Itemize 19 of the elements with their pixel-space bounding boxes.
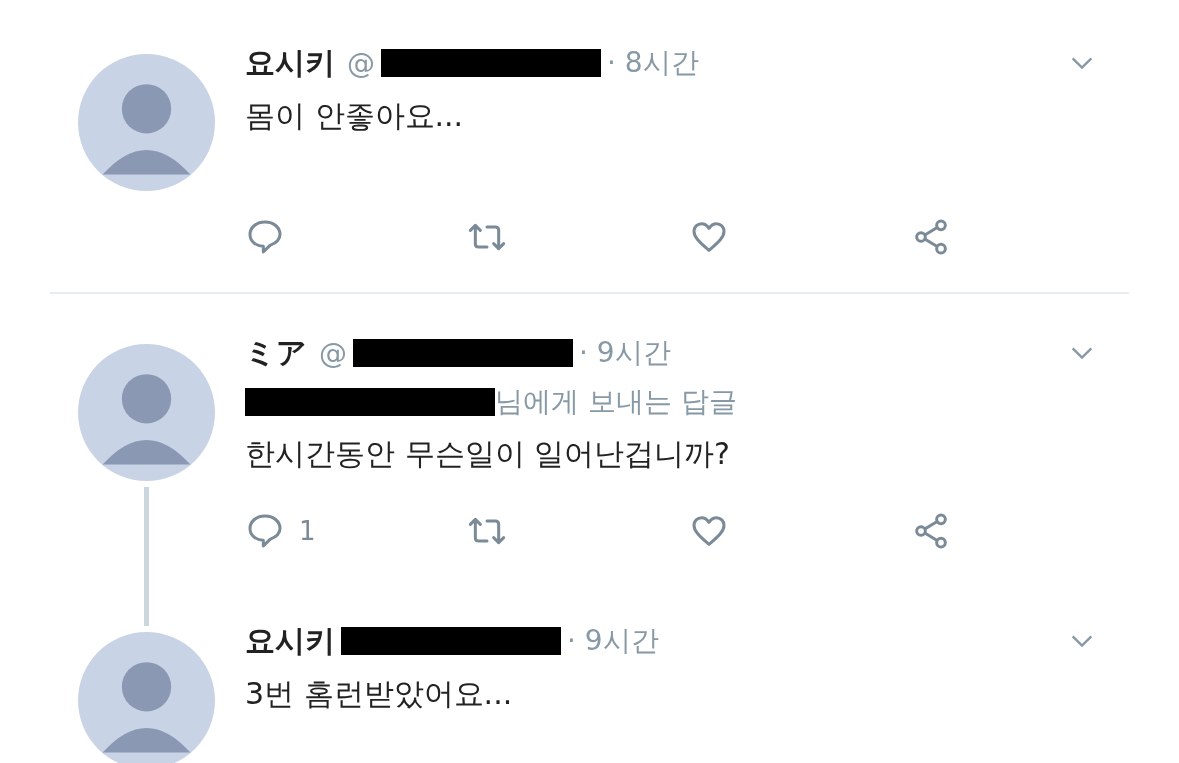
reply-context: 님에게 보내는 답글 <box>495 384 737 420</box>
display-name[interactable]: 요시키 <box>245 42 335 84</box>
avatar-icon[interactable] <box>78 344 215 481</box>
display-name[interactable]: ミア <box>245 332 307 374</box>
tweet-text: 몸이 안좋아요... <box>245 97 465 135</box>
username-handle[interactable]: @ <box>319 336 347 370</box>
tweet-text: 3번 홈런받았어요... <box>245 675 514 713</box>
timestamp[interactable]: · 9시간 <box>579 334 671 372</box>
username-handle[interactable]: @ <box>347 46 375 80</box>
avatar-icon[interactable] <box>78 54 215 191</box>
avatar-icon[interactable] <box>78 632 215 763</box>
timestamp[interactable]: · 8시간 <box>607 44 699 82</box>
timestamp[interactable]: · 9시간 <box>567 622 659 660</box>
reply-count: 1 <box>299 516 316 546</box>
chevron-down-icon[interactable] <box>1070 346 1094 360</box>
chevron-down-icon[interactable] <box>1070 56 1094 70</box>
tweet-text: 한시간동안 무슨일이 일어난겁니까? <box>245 435 731 473</box>
chevron-down-icon[interactable] <box>1070 634 1094 648</box>
display-name[interactable]: 요시키 <box>245 620 335 662</box>
